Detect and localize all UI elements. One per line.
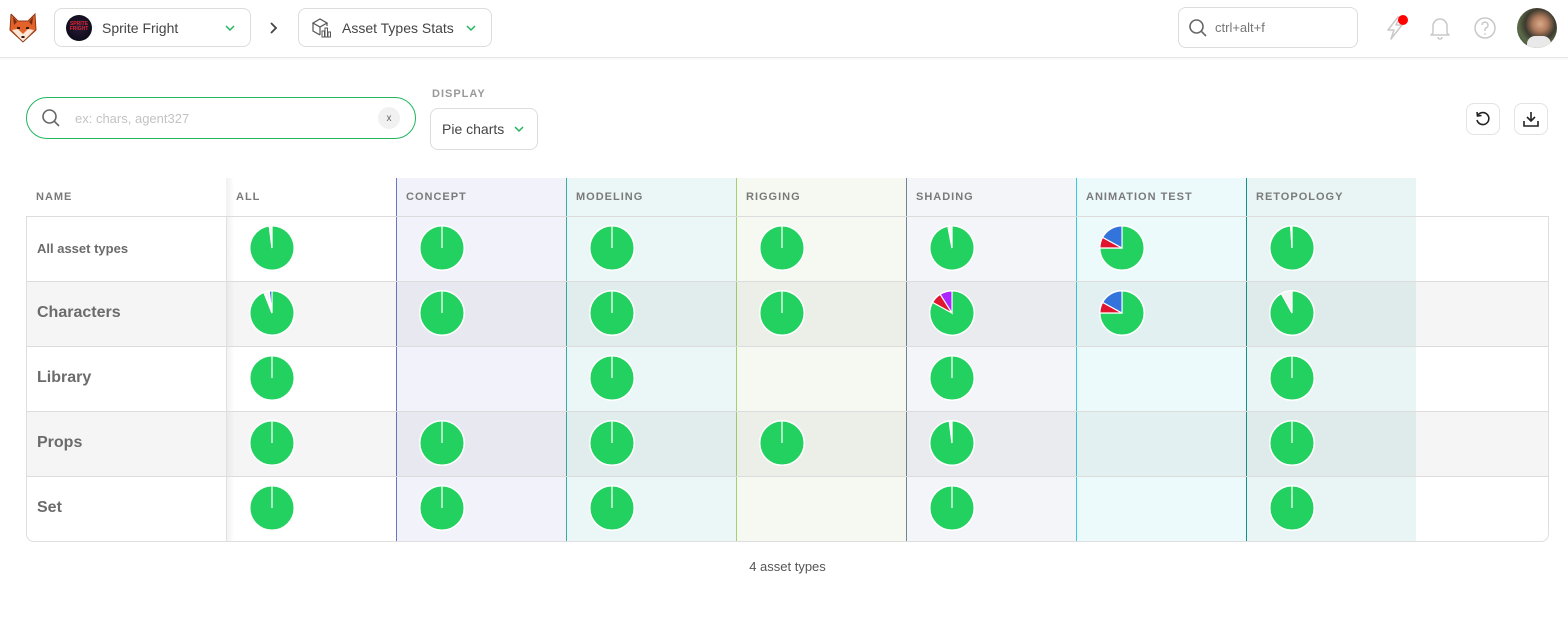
production-name: Sprite Fright: [102, 19, 179, 36]
status-pie-chart[interactable]: [248, 289, 296, 337]
status-pie-chart[interactable]: [418, 289, 466, 337]
display-mode-value: Pie charts: [442, 121, 505, 137]
header-concept[interactable]: CONCEPT: [396, 178, 566, 216]
global-search-input[interactable]: [1215, 20, 1345, 35]
row-label-characters[interactable]: Characters: [37, 281, 121, 345]
status-pie-chart[interactable]: [928, 289, 976, 337]
production-selector[interactable]: SPRITE FRIGHT Sprite Fright: [54, 8, 251, 47]
row-label-all-asset-types[interactable]: All asset types: [37, 216, 128, 280]
header-animation-test[interactable]: ANIMATION TEST: [1076, 178, 1246, 216]
display-label: DISPLAY: [432, 88, 486, 100]
header-retopology[interactable]: RETOPOLOGY: [1246, 178, 1416, 216]
status-pie-chart[interactable]: [928, 419, 976, 467]
status-pie-chart[interactable]: [928, 484, 976, 532]
header-shading[interactable]: SHADING: [906, 178, 1076, 216]
download-icon: [1523, 112, 1539, 127]
status-pie-chart[interactable]: [248, 354, 296, 402]
status-pie-chart[interactable]: [1268, 354, 1316, 402]
status-pie-chart[interactable]: [588, 354, 636, 402]
status-pie-chart[interactable]: [418, 419, 466, 467]
chevron-down-icon: [225, 24, 235, 31]
page-name: Asset Types Stats: [342, 19, 454, 36]
search-icon: [42, 109, 60, 127]
status-pie-chart[interactable]: [248, 224, 296, 272]
asset-stats-icon: [311, 17, 331, 37]
status-pie-chart[interactable]: [928, 354, 976, 402]
clear-search-button[interactable]: x: [378, 107, 400, 129]
chevron-down-icon: [514, 126, 524, 133]
notification-dot: [1398, 15, 1408, 25]
chevron-down-icon: [466, 24, 476, 31]
status-pie-chart[interactable]: [418, 224, 466, 272]
status-pie-chart[interactable]: [1268, 224, 1316, 272]
export-button[interactable]: [1514, 103, 1548, 135]
page-selector[interactable]: Asset Types Stats: [298, 8, 492, 47]
header-rigging[interactable]: RIGGING: [736, 178, 906, 216]
top-bar: SPRITE FRIGHT Sprite Fright Asset Types …: [0, 0, 1568, 58]
status-pie-chart[interactable]: [758, 419, 806, 467]
status-pie-chart[interactable]: [1098, 289, 1146, 337]
row-label-props[interactable]: Props: [37, 411, 82, 475]
help-icon[interactable]: [1472, 14, 1498, 42]
global-search[interactable]: [1178, 7, 1358, 48]
status-pie-chart[interactable]: [588, 224, 636, 272]
asset-type-search-field[interactable]: x: [26, 97, 416, 139]
status-pie-chart[interactable]: [1268, 484, 1316, 532]
header-all[interactable]: ALL: [226, 178, 396, 216]
status-pie-chart[interactable]: [248, 484, 296, 532]
row-label-set[interactable]: Set: [37, 476, 62, 540]
reload-button[interactable]: [1466, 103, 1500, 135]
status-pie-chart[interactable]: [1098, 224, 1146, 272]
chevron-right-icon: [270, 22, 278, 34]
status-pie-chart[interactable]: [1268, 419, 1316, 467]
status-pie-chart[interactable]: [758, 224, 806, 272]
status-pie-chart[interactable]: [928, 224, 976, 272]
status-pie-chart[interactable]: [248, 419, 296, 467]
user-avatar[interactable]: [1517, 8, 1557, 48]
production-thumbnail: SPRITE FRIGHT: [66, 14, 92, 41]
search-input[interactable]: [75, 110, 378, 126]
reload-icon: [1476, 111, 1490, 126]
asset-type-count: 4 asset types: [749, 559, 826, 574]
asset-type-stats-table: NAME ALL CONCEPT MODELING RIGGING SHADING ANI…: [26, 178, 1549, 542]
kitsu-fox-logo-icon[interactable]: [8, 12, 38, 44]
status-pie-chart[interactable]: [588, 419, 636, 467]
status-pie-chart[interactable]: [1268, 289, 1316, 337]
row-label-library[interactable]: Library: [37, 346, 91, 410]
bell-icon[interactable]: [1427, 14, 1453, 42]
display-mode-select[interactable]: Pie charts: [430, 108, 538, 150]
status-pie-chart[interactable]: [758, 289, 806, 337]
status-pie-chart[interactable]: [588, 484, 636, 532]
search-icon: [1189, 18, 1207, 37]
status-pie-chart[interactable]: [418, 484, 466, 532]
status-pie-chart[interactable]: [588, 289, 636, 337]
header-name[interactable]: NAME: [26, 178, 226, 216]
header-modeling[interactable]: MODELING: [566, 178, 736, 216]
